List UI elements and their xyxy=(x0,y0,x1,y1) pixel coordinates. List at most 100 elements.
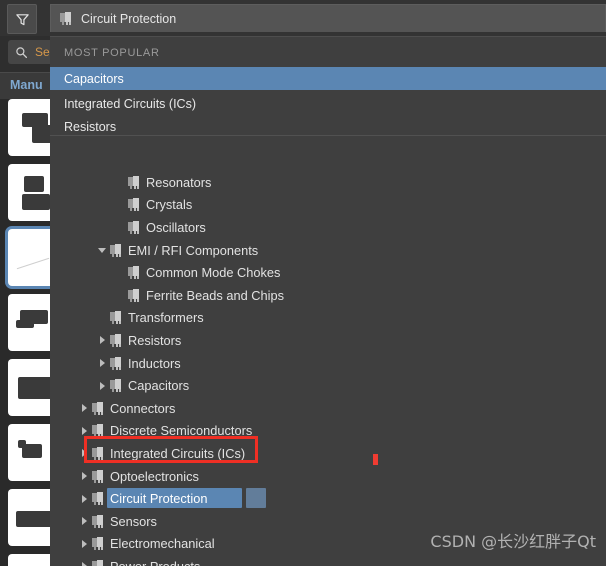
tree-item-label: Resistors xyxy=(128,333,181,348)
component-chip-icon xyxy=(92,492,105,505)
tree-indent-spacer xyxy=(50,295,112,296)
tree-indent-spacer xyxy=(50,430,76,431)
funnel-filter-icon[interactable] xyxy=(7,4,37,34)
component-chip-icon xyxy=(128,266,141,279)
tree-indent-spacer xyxy=(50,182,112,183)
tree-item[interactable]: Ferrite Beads and Chips xyxy=(50,284,606,307)
tree-item[interactable]: Resistors xyxy=(50,329,606,352)
dropdown-header[interactable]: Circuit Protection xyxy=(50,4,606,32)
tree-item-label: Electromechanical xyxy=(110,536,215,551)
tree-item[interactable]: Crystals xyxy=(50,194,606,217)
annotation-cursor-mark xyxy=(373,454,378,465)
chevron-right-icon[interactable] xyxy=(76,510,92,532)
component-chip-icon xyxy=(128,221,141,234)
component-chip-icon xyxy=(128,176,141,189)
tree-item-label: Power Products xyxy=(110,559,200,566)
tree-item-label: Capacitors xyxy=(128,378,189,393)
chevron-right-icon[interactable] xyxy=(76,442,92,464)
component-chip-icon xyxy=(110,334,123,347)
tree-item[interactable]: Power Products xyxy=(50,555,606,566)
component-chip-icon xyxy=(92,470,105,483)
tree-twisty-placeholder xyxy=(112,194,128,216)
chevron-right-icon[interactable] xyxy=(76,488,92,510)
component-chip-icon xyxy=(92,560,105,566)
dropdown-header-title: Circuit Protection xyxy=(81,12,176,26)
chevron-right-icon[interactable] xyxy=(94,329,110,351)
chevron-right-icon[interactable] xyxy=(76,465,92,487)
most-popular-item[interactable]: Integrated Circuits (ICs) xyxy=(50,92,606,115)
tree-item[interactable]: Capacitors xyxy=(50,374,606,397)
tree-item[interactable]: EMI / RFI Components xyxy=(50,239,606,262)
application-window: Se Manu MOST POPULAR CapacitorsIntegrate… xyxy=(0,0,606,566)
component-chip-icon xyxy=(110,379,123,392)
tree-item[interactable]: Transformers xyxy=(50,307,606,330)
column-header-manufacturer[interactable]: Manu xyxy=(10,78,43,92)
component-chip-icon xyxy=(128,289,141,302)
component-chip-icon xyxy=(110,311,123,324)
tree-twisty-placeholder xyxy=(112,284,128,306)
tree-twisty-placeholder xyxy=(112,171,128,193)
watermark-text: CSDN @长沙红胖子Qt xyxy=(430,528,596,552)
chevron-right-icon[interactable] xyxy=(94,375,110,397)
thumbnail-image xyxy=(22,194,50,210)
tree-item[interactable]: Oscillators xyxy=(50,216,606,239)
chevron-right-icon[interactable] xyxy=(76,533,92,555)
tree-item[interactable]: Resonators xyxy=(50,171,606,194)
tree-twisty-placeholder xyxy=(112,262,128,284)
tree-indent-spacer xyxy=(50,543,76,544)
chevron-down-icon[interactable] xyxy=(94,239,110,261)
tree-twisty-placeholder xyxy=(112,216,128,238)
tree-indent-spacer xyxy=(50,272,112,273)
chevron-right-icon[interactable] xyxy=(76,397,92,419)
component-chip-icon xyxy=(128,198,141,211)
component-chip-icon xyxy=(92,515,105,528)
chevron-right-icon[interactable] xyxy=(76,555,92,566)
thumbnail-image xyxy=(16,511,52,527)
category-dropdown-panel: MOST POPULAR Capacitors Integrated Circui… xyxy=(50,36,606,566)
tree-item-label: Ferrite Beads and Chips xyxy=(146,288,284,303)
most-popular-item[interactable]: Capacitors xyxy=(50,67,606,90)
tree-indent-spacer xyxy=(50,340,94,341)
tree-item-label: Crystals xyxy=(146,197,192,212)
tree-item[interactable]: Discrete Semiconductors xyxy=(50,420,606,443)
tree-item-label: Circuit Protection xyxy=(110,491,207,506)
tree-indent-spacer xyxy=(50,385,94,386)
tree-item[interactable]: Optoelectronics xyxy=(50,465,606,488)
component-chip-icon xyxy=(92,537,105,550)
component-chip-icon xyxy=(92,447,105,460)
most-popular-section-label: MOST POPULAR xyxy=(64,47,160,59)
tree-item-label: Resonators xyxy=(146,175,211,190)
component-chip-icon xyxy=(92,402,105,415)
most-popular-item-label: Capacitors xyxy=(64,72,124,86)
category-tree[interactable]: Resonators Crystals Oscillators EMI / RFI C… xyxy=(50,137,606,566)
tree-item[interactable]: Connectors xyxy=(50,397,606,420)
tree-indent-spacer xyxy=(50,476,76,477)
component-chip-icon xyxy=(110,357,123,370)
tree-indent-spacer xyxy=(50,521,76,522)
tree-selection-secondary-highlight xyxy=(246,488,266,508)
tree-item-label: Common Mode Chokes xyxy=(146,265,280,280)
thumbnail-image xyxy=(16,320,34,328)
tree-item[interactable]: Common Mode Chokes xyxy=(50,261,606,284)
tree-indent-spacer xyxy=(50,453,76,454)
chevron-right-icon[interactable] xyxy=(76,420,92,442)
tree-item[interactable]: Integrated Circuits (ICs) xyxy=(50,442,606,465)
tree-indent-spacer xyxy=(50,498,76,499)
tree-item-label: Oscillators xyxy=(146,220,206,235)
tree-item-selected[interactable]: Circuit Protection xyxy=(50,487,606,510)
chevron-right-icon[interactable] xyxy=(94,352,110,374)
tree-indent-spacer xyxy=(50,227,112,228)
tree-indent-spacer xyxy=(50,317,94,318)
component-chip-icon xyxy=(60,12,73,25)
tree-indent-spacer xyxy=(50,250,94,251)
tree-item-label: Optoelectronics xyxy=(110,469,199,484)
tree-item-label: Inductors xyxy=(128,356,181,371)
most-popular-item-label: Resistors xyxy=(64,120,116,134)
tree-item[interactable]: Inductors xyxy=(50,352,606,375)
tree-twisty-placeholder xyxy=(94,307,110,329)
tree-indent-spacer xyxy=(50,204,112,205)
thumbnail-image xyxy=(18,377,52,399)
tree-item-label: Transformers xyxy=(128,310,204,325)
search-icon xyxy=(15,46,28,59)
tree-item-label: Sensors xyxy=(110,514,157,529)
